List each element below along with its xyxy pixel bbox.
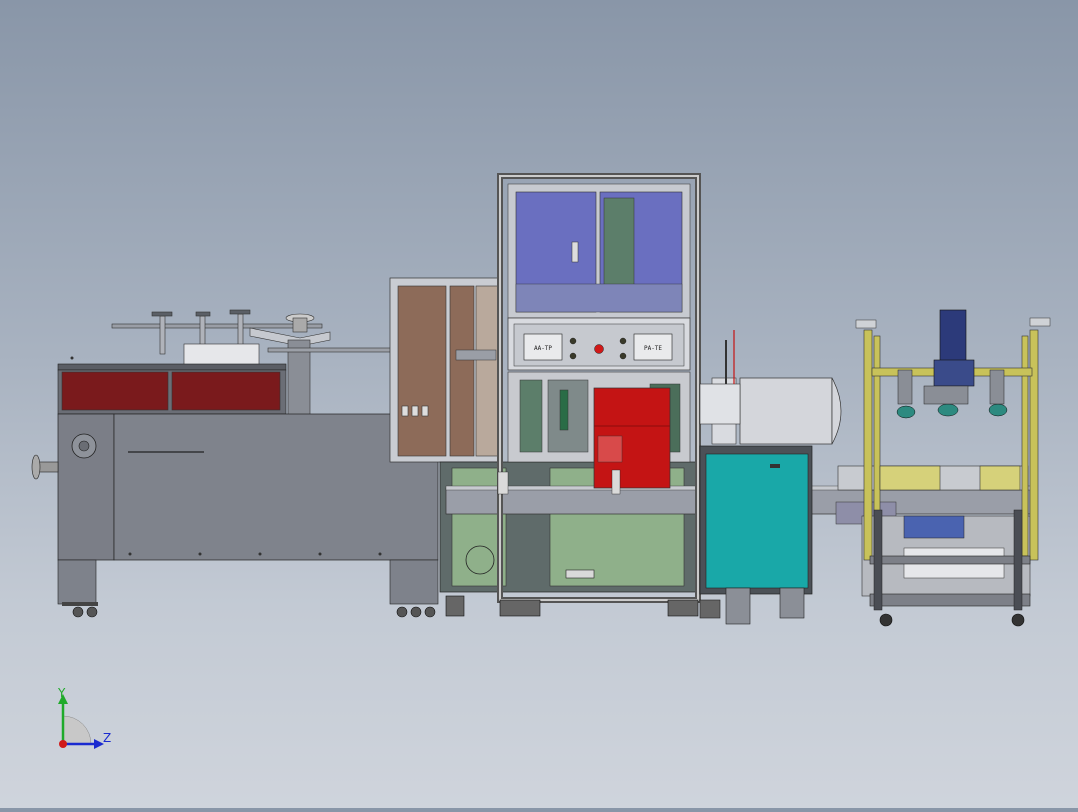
left-wrapping-unit <box>31 309 439 618</box>
left-display-label: AA-TP <box>534 345 552 352</box>
sealing-section <box>699 330 842 625</box>
feeding-section <box>389 277 503 463</box>
y-axis-label: Y <box>58 686 66 700</box>
right-box-erecting-unit <box>835 309 1051 627</box>
z-axis-label: Z <box>103 731 112 745</box>
axis-triad <box>58 694 104 749</box>
machine-assembly-drawing: AA-TP PA-TE <box>31 173 1051 749</box>
cad-viewport[interactable]: AA-TP PA-TE <box>0 0 1078 808</box>
right-display-label: PA-TE <box>644 345 662 352</box>
